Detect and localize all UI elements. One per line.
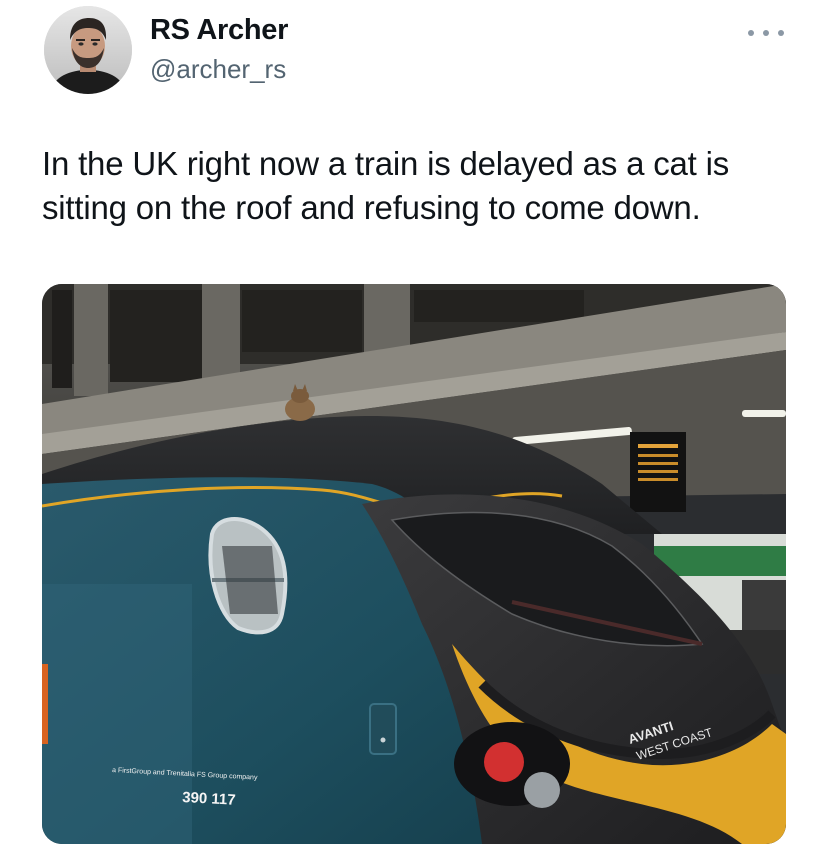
author-display-name[interactable]: RS Archer bbox=[150, 14, 288, 47]
more-dot bbox=[748, 30, 754, 36]
tweet-text-line: In the UK right now a train is delayed a… bbox=[42, 145, 730, 182]
tweet-card: RS Archer @archer_rs In the UK right now… bbox=[0, 0, 828, 844]
avatar[interactable] bbox=[44, 6, 132, 94]
profile-photo bbox=[44, 6, 132, 94]
tweet-text: In the UK right now a train is delayed a… bbox=[42, 142, 782, 230]
more-dot bbox=[778, 30, 784, 36]
unit-number: 390 117 bbox=[182, 789, 236, 809]
tweet-photo[interactable]: AVANTI WEST COAST a FirstGroup and Treni… bbox=[42, 284, 786, 844]
train-photo: AVANTI WEST COAST a FirstGroup and Treni… bbox=[42, 284, 786, 844]
more-dot bbox=[763, 30, 769, 36]
more-horizontal-icon[interactable] bbox=[748, 26, 784, 40]
tweet-text-line: sitting on the roof and refusing to come… bbox=[42, 189, 701, 226]
author-handle[interactable]: @archer_rs bbox=[150, 54, 286, 85]
